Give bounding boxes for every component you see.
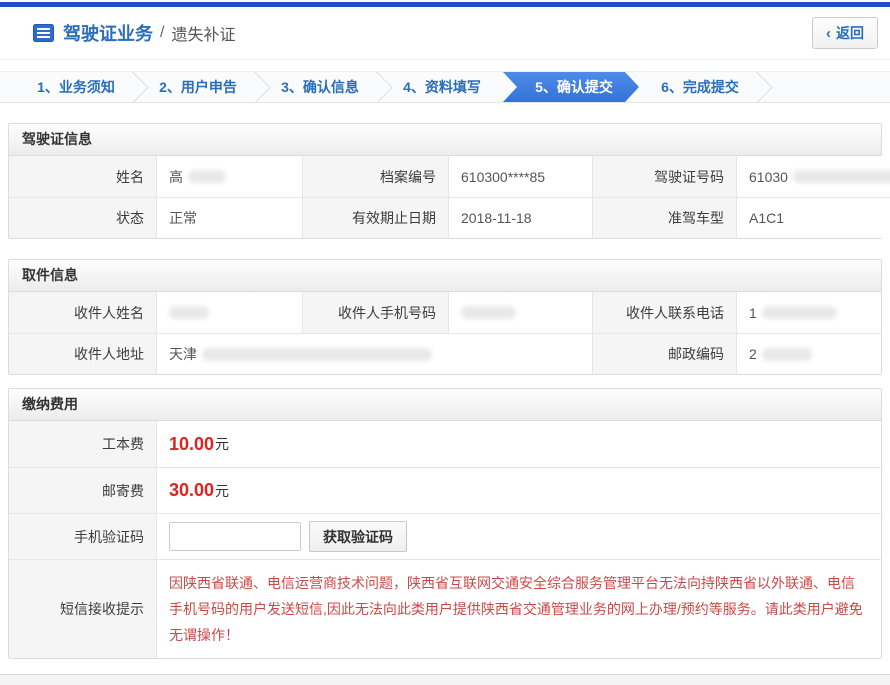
payment-section-title: 缴纳费用 — [9, 389, 881, 421]
license-info-section: 驾驶证信息 姓名 高 档案编号 610300****85 驾驶证号码 61030… — [8, 123, 882, 239]
redacted-text — [188, 170, 226, 183]
recipient-address-label: 收件人地址 — [9, 333, 156, 374]
step-5-confirm-submit-active: 5、确认提交 — [503, 72, 639, 102]
postage-fee-label: 邮寄费 — [9, 467, 156, 513]
fee-unit: 元 — [215, 434, 229, 454]
vehicle-type-label: 准驾车型 — [592, 197, 736, 238]
back-button[interactable]: ‹ 返回 — [812, 17, 878, 49]
breadcrumb-current: 遗失补证 — [171, 21, 235, 45]
redacted-text — [762, 348, 812, 361]
name-label: 姓名 — [9, 156, 156, 197]
step-4-fill-data: 4、资料填写 — [381, 72, 503, 102]
work-fee-amount: 10.00 — [169, 434, 214, 455]
work-fee-value: 10.00 元 — [156, 421, 881, 467]
file-no-label: 档案编号 — [302, 156, 448, 197]
sms-code-input[interactable] — [169, 522, 301, 551]
step-label: 6、完成提交 — [661, 77, 739, 97]
license-no-value: 61030 — [736, 156, 890, 197]
expiry-value-text: 2018-11-18 — [461, 210, 532, 226]
file-no-value: 610300****85 — [448, 156, 592, 197]
expiry-label: 有效期止日期 — [302, 197, 448, 238]
step-label: 4、资料填写 — [403, 77, 481, 97]
recipient-phone-value-text: 1 — [749, 305, 757, 321]
wizard-steps: 1、业务须知 2、用户申告 3、确认信息 4、资料填写 5、确认提交 6、完成提… — [0, 71, 890, 103]
recipient-address-value-text: 天津 — [169, 344, 197, 364]
recipient-name-value — [156, 292, 302, 333]
step-label: 5、确认提交 — [535, 77, 613, 97]
page-header: 驾驶证业务 / 遗失补证 ‹ 返回 — [0, 7, 890, 60]
list-icon — [33, 24, 54, 42]
breadcrumb-separator: / — [160, 24, 164, 42]
step-label: 1、业务须知 — [37, 77, 115, 97]
name-value-text: 高 — [169, 167, 183, 187]
name-value: 高 — [156, 156, 302, 197]
recipient-name-label: 收件人姓名 — [9, 292, 156, 333]
pickup-section-title: 取件信息 — [9, 260, 881, 292]
redacted-text — [762, 306, 837, 319]
recipient-phone-label: 收件人联系电话 — [592, 292, 736, 333]
redacted-text — [169, 306, 209, 319]
page-title: 驾驶证业务 — [63, 20, 153, 46]
status-label: 状态 — [9, 197, 156, 238]
redacted-text — [461, 306, 516, 319]
postage-fee-value: 30.00 元 — [156, 467, 881, 513]
expiry-value: 2018-11-18 — [448, 197, 592, 238]
status-value-text: 正常 — [169, 208, 197, 228]
recipient-address-value: 天津 — [156, 333, 592, 374]
recipient-mobile-value — [448, 292, 592, 333]
bottom-strip — [0, 674, 890, 685]
pickup-info-table: 收件人姓名 收件人手机号码 收件人联系电话 1 收件人地址 天津 邮政编码 2 — [9, 292, 881, 374]
file-no-value-text: 610300****85 — [461, 169, 545, 185]
step-label: 3、确认信息 — [281, 77, 359, 97]
get-code-button[interactable]: 获取验证码 — [309, 521, 407, 552]
steps-filler — [761, 72, 890, 102]
sms-notice-cell: 因陕西省联通、电信运营商技术问题，陕西省互联网交通安全综合服务管理平台无法向持陕… — [156, 559, 881, 658]
sms-notice-label: 短信接收提示 — [9, 559, 156, 658]
chevron-left-icon: ‹ — [826, 26, 831, 41]
redacted-text — [202, 348, 432, 361]
sms-notice-text: 因陕西省联通、电信运营商技术问题，陕西省互联网交通安全综合服务管理平台无法向持陕… — [169, 570, 867, 648]
sms-code-label: 手机验证码 — [9, 513, 156, 559]
payment-section: 缴纳费用 工本费 10.00 元 邮寄费 30.00 元 手机验证码 获取验证码… — [8, 388, 882, 659]
vehicle-type-value-text: A1C1 — [749, 210, 784, 226]
postal-code-value: 2 — [736, 333, 881, 374]
recipient-phone-value: 1 — [736, 292, 881, 333]
license-info-table: 姓名 高 档案编号 610300****85 驾驶证号码 61030 状态 正常… — [9, 156, 881, 238]
status-value: 正常 — [156, 197, 302, 238]
payment-table: 工本费 10.00 元 邮寄费 30.00 元 手机验证码 获取验证码 短信接收… — [9, 421, 881, 658]
back-button-label: 返回 — [836, 23, 864, 43]
pickup-info-section: 取件信息 收件人姓名 收件人手机号码 收件人联系电话 1 收件人地址 天津 邮政… — [8, 259, 882, 375]
license-no-label: 驾驶证号码 — [592, 156, 736, 197]
page: 驾驶证业务 / 遗失补证 ‹ 返回 1、业务须知 2、用户申告 3、确认信息 4… — [0, 0, 890, 685]
vehicle-type-value: A1C1 — [736, 197, 890, 238]
postal-code-value-text: 2 — [749, 346, 757, 362]
license-no-value-text: 61030 — [749, 169, 788, 185]
fee-unit: 元 — [215, 481, 229, 501]
work-fee-label: 工本费 — [9, 421, 156, 467]
redacted-text — [793, 170, 890, 183]
step-label: 2、用户申告 — [159, 77, 237, 97]
recipient-mobile-label: 收件人手机号码 — [302, 292, 448, 333]
postage-fee-amount: 30.00 — [169, 480, 214, 501]
sms-code-row: 获取验证码 — [156, 513, 881, 559]
license-section-title: 驾驶证信息 — [9, 124, 881, 156]
postal-code-label: 邮政编码 — [592, 333, 736, 374]
